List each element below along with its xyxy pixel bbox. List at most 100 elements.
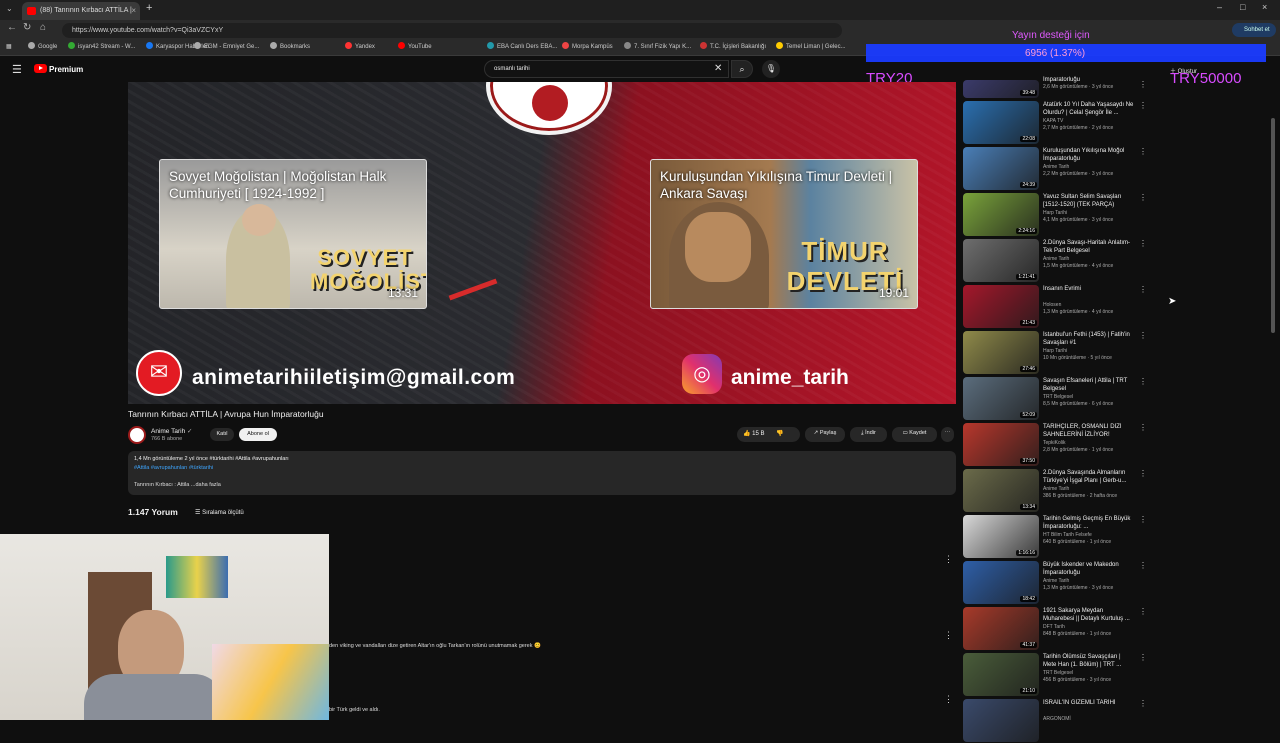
channel-name[interactable]: ARGONOMİ (1043, 716, 1071, 722)
bookmark-morpa[interactable]: Morpa Kampüs (562, 41, 613, 54)
channel-name[interactable]: Harp Tarihi (1043, 348, 1067, 354)
more-options-icon[interactable]: ⋮ (1139, 699, 1147, 708)
sidebar-video-item[interactable]: 21:10 Tarihin Ölümsüz Savaşçıları | Mete … (963, 653, 1153, 697)
like-dislike-group[interactable]: 👍 15 B 👎 (737, 427, 800, 442)
video-thumbnail[interactable]: 39:48 (963, 80, 1039, 98)
sidebar-video-item[interactable]: 13:34 2.Dünya Savaşında Almanların Türkiy… (963, 469, 1153, 513)
more-options-icon[interactable]: ⋮ (1139, 515, 1147, 524)
channel-name[interactable]: Anime Tarih (1043, 256, 1069, 262)
home-icon[interactable]: ⌂ (40, 22, 46, 33)
bookmark-google[interactable]: Google (28, 41, 57, 54)
video-thumbnail[interactable]: 2:24:16 (963, 193, 1039, 236)
channel-name[interactable]: Harp Tarihi (1043, 210, 1067, 216)
voice-search-icon[interactable]: 🎙 (762, 60, 780, 78)
bookmark-isyan[interactable]: isyan42 Stream - W... (68, 41, 135, 54)
join-button[interactable]: Katıl (210, 428, 234, 441)
sidebar-video-item[interactable]: 18:42 Büyük İskender ve Makedon İmparator… (963, 561, 1153, 605)
sidebar-video-item[interactable]: 39:48 İmparatorluğu 2,6 Mn görüntüleme · 3… (963, 77, 1153, 100)
bookmark-temel-liman[interactable]: Temel Liman | Gelec... (776, 41, 846, 54)
more-options-icon[interactable]: ⋮ (1139, 331, 1147, 340)
bookmark-eba[interactable]: EBA Canlı Ders EBA... (487, 41, 557, 54)
comment-menu-icon[interactable]: ⋮ (944, 630, 953, 641)
sidebar-video-item[interactable]: 22:08 Atatürk 10 Yıl Daha Yaşasaydı Ne Ol… (963, 101, 1153, 145)
more-options-icon[interactable]: ⋮ (1139, 101, 1147, 110)
bookmark-icisleri[interactable]: T.C. İçişleri Bakanlığı (700, 41, 766, 54)
sidebar-video-item[interactable]: 52:09 Savaşın Efsaneleri | Attila | TRT B… (963, 377, 1153, 421)
channel-name[interactable]: Anime Tarih (1043, 578, 1069, 584)
more-options-icon[interactable]: ⋮ (1139, 561, 1147, 570)
video-thumbnail[interactable]: 24:39 (963, 147, 1039, 190)
channel-avatar[interactable] (128, 426, 146, 444)
video-thumbnail[interactable]: 27:46 (963, 331, 1039, 374)
video-thumbnail[interactable]: 21:43 (963, 285, 1039, 328)
profile-button[interactable]: Sohbet et (1232, 23, 1276, 37)
save-button[interactable]: ▭ Kaydet (892, 427, 937, 442)
bookmark-yandex[interactable]: Yandex (345, 41, 375, 54)
channel-name[interactable]: Holosen (1043, 302, 1061, 308)
end-screen-video-card[interactable]: Kuruluşundan Yıkılışına Timur Devleti | … (650, 159, 918, 309)
sidebar-video-item[interactable]: 37:50 TARİHÇİLER, OSMANLI DİZİ SAHNELERİN… (963, 423, 1153, 467)
video-thumbnail[interactable]: 22:08 (963, 101, 1039, 144)
video-thumbnail[interactable]: 52:09 (963, 377, 1039, 420)
more-options-icon[interactable]: ⋮ (1139, 80, 1147, 89)
video-thumbnail[interactable]: 13:34 (963, 469, 1039, 512)
like-icon[interactable]: 👍 (743, 431, 750, 437)
channel-name[interactable]: HT Bilim Tarih Felsefe (1043, 532, 1092, 538)
tab-list-icon[interactable]: ⌄ (6, 4, 13, 13)
reload-icon[interactable]: ↻ (23, 22, 31, 33)
more-options-icon[interactable]: ⋮ (1139, 607, 1147, 616)
tab-close-icon[interactable]: × (131, 2, 136, 20)
sidebar-video-item[interactable]: 2:24:16 Yavuz Sultan Selim Savaşları [151… (963, 193, 1153, 237)
clear-search-icon[interactable]: ✕ (714, 63, 722, 74)
channel-name[interactable]: TRT Belgesel (1043, 670, 1073, 676)
channel-name[interactable]: KAPA TV (1043, 118, 1063, 124)
hamburger-menu-icon[interactable]: ☰ (12, 63, 22, 76)
more-options-icon[interactable]: ⋮ (1139, 193, 1147, 202)
video-thumbnail[interactable]: 18:42 (963, 561, 1039, 604)
browser-tab[interactable]: (88) Tanrının Kırbacı ATTİLA | × (22, 2, 140, 20)
maximize-button[interactable]: □ (1240, 2, 1245, 12)
channel-name[interactable]: Anime Tarih (1043, 164, 1069, 170)
scrollbar[interactable] (1271, 118, 1275, 333)
channel-name[interactable]: Anime Tarih ✓ (151, 427, 192, 435)
bookmark-bookmarks[interactable]: Bookmarks (270, 41, 310, 54)
more-options-icon[interactable]: ⋮ (1139, 147, 1147, 156)
sort-comments-button[interactable]: ☰ Sıralama ölçütü (195, 509, 244, 516)
bookmark-fizik[interactable]: 7. Sınıf Fizik Yapı K... (624, 41, 691, 54)
description-hashtags[interactable]: #Attila #avrupahunları #türktarihi (134, 465, 213, 471)
sidebar-video-item[interactable]: 27:46 İstanbul'un Fethi (1453) | Fatih'in… (963, 331, 1153, 375)
more-options-icon[interactable]: ⋮ (1139, 653, 1147, 662)
close-window-button[interactable]: × (1262, 2, 1267, 12)
sidebar-video-item[interactable]: 41:37 1921 Sakarya Meydan Muharebesi || D… (963, 607, 1153, 651)
search-input[interactable]: osmanlı tarihi (484, 60, 729, 78)
bookmark-egm[interactable]: EGM - Emniyet Ge... (194, 41, 259, 54)
description-text[interactable]: Tanrının Kırbacı : Attila ...daha fazla (134, 482, 221, 488)
channel-name[interactable]: Anime Tarih (1043, 486, 1069, 492)
back-icon[interactable]: ← (7, 22, 17, 33)
sidebar-video-item[interactable]: 24:39 Kuruluşundan Yıkılışına Moğol İmpar… (963, 147, 1153, 191)
search-button[interactable]: ⌕ (731, 60, 753, 78)
video-thumbnail[interactable]: 37:50 (963, 423, 1039, 466)
more-actions-icon[interactable]: ⋯ (941, 427, 954, 442)
download-button[interactable]: ⤓ İndir (850, 427, 887, 442)
more-options-icon[interactable]: ⋮ (1139, 239, 1147, 248)
url-field[interactable]: https://www.youtube.com/watch?v=Qi3aVZCY… (62, 23, 842, 38)
channel-name[interactable]: TepkiKolik (1043, 440, 1066, 446)
video-player[interactable]: Sovyet Moğolistan | Moğolistan Halk Cumh… (128, 82, 956, 404)
end-screen-video-card[interactable]: Sovyet Moğolistan | Moğolistan Halk Cumh… (159, 159, 427, 309)
video-thumbnail[interactable]: 41:37 (963, 607, 1039, 650)
sidebar-video-item[interactable]: 1:21:41 2.Dünya Savaşı-Haritalı Anlatım-T… (963, 239, 1153, 283)
bookmark-youtube[interactable]: YouTube (398, 41, 432, 54)
video-thumbnail[interactable]: 1:16:16 (963, 515, 1039, 558)
video-thumbnail[interactable]: 1:21:41 (963, 239, 1039, 282)
video-thumbnail[interactable]: 21:10 (963, 653, 1039, 696)
video-thumbnail[interactable] (963, 699, 1039, 742)
new-tab-button[interactable]: + (146, 2, 152, 14)
subscribe-button[interactable]: Abone ol (239, 428, 277, 441)
more-options-icon[interactable]: ⋮ (1139, 423, 1147, 432)
channel-name[interactable]: DFT Tarih (1043, 624, 1065, 630)
apps-icon[interactable]: ▦ (6, 41, 12, 54)
comment-menu-icon[interactable]: ⋮ (944, 554, 953, 565)
comment-menu-icon[interactable]: ⋮ (944, 694, 953, 705)
more-options-icon[interactable]: ⋮ (1139, 285, 1147, 294)
